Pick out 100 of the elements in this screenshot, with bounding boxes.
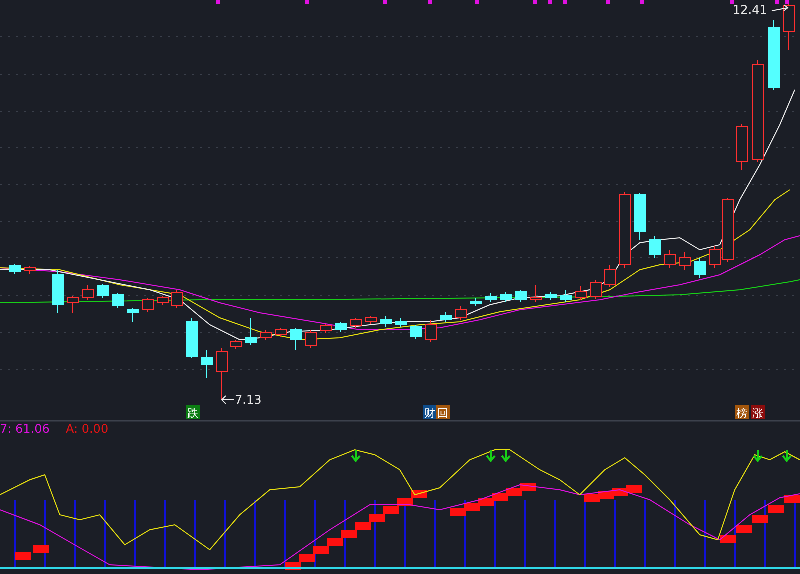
marker-icon bbox=[606, 0, 610, 4]
candlestick bbox=[97, 284, 109, 298]
indicator-bar bbox=[14, 500, 16, 568]
indicator-bar bbox=[194, 500, 196, 568]
signal-tag: 榜 bbox=[735, 405, 749, 420]
marker-icon bbox=[305, 0, 309, 4]
indicator-bar bbox=[494, 500, 496, 568]
candlestick bbox=[664, 250, 676, 268]
marker-icon bbox=[428, 0, 432, 4]
candlestick bbox=[470, 298, 482, 306]
indicator-block bbox=[752, 515, 768, 523]
candlestick bbox=[245, 318, 257, 346]
down-arrow-icon bbox=[782, 449, 792, 463]
candlestick bbox=[186, 318, 198, 358]
marker-icon bbox=[563, 0, 567, 4]
indicator-bar bbox=[344, 500, 346, 568]
indicator-bar bbox=[734, 500, 736, 568]
marker-icon bbox=[785, 0, 789, 4]
indicator-bar bbox=[74, 500, 76, 568]
indicator-bar bbox=[134, 500, 136, 568]
candlestick bbox=[425, 320, 437, 342]
signal-tag: 财 bbox=[423, 405, 437, 420]
indicator-bar bbox=[704, 500, 706, 568]
indicator-bar bbox=[254, 500, 256, 568]
indicator-block bbox=[15, 552, 31, 560]
indicator-bar bbox=[644, 500, 646, 568]
indicator-block bbox=[736, 525, 752, 533]
marker-icon bbox=[775, 0, 779, 4]
candlestick bbox=[52, 270, 64, 314]
candlestick bbox=[260, 330, 272, 340]
pointer-arrow-icon bbox=[772, 4, 789, 12]
indicator-bar bbox=[794, 500, 796, 568]
indicator-block bbox=[768, 505, 784, 513]
candlestick bbox=[604, 264, 616, 288]
indicator-value: A: 0.00 bbox=[66, 422, 109, 436]
marker-icon bbox=[383, 0, 387, 4]
candlestick bbox=[157, 296, 169, 306]
candlestick bbox=[142, 298, 154, 312]
marker-icon bbox=[533, 0, 537, 4]
candlestick bbox=[500, 292, 512, 302]
candlestick bbox=[455, 306, 467, 320]
candlestick bbox=[575, 286, 587, 300]
marker-icon bbox=[640, 0, 644, 4]
candlestick bbox=[649, 236, 661, 258]
candlestick bbox=[216, 348, 228, 400]
indicator-bar bbox=[434, 500, 436, 568]
candlestick bbox=[24, 266, 36, 274]
candlestick bbox=[783, 4, 795, 50]
indicator-bar bbox=[554, 500, 556, 568]
candlestick bbox=[275, 328, 287, 338]
candlestick bbox=[485, 292, 497, 302]
indicator-bar bbox=[314, 500, 316, 568]
candlestick bbox=[230, 340, 242, 350]
candlestick bbox=[171, 290, 183, 308]
candlestick bbox=[112, 292, 124, 308]
candlestick bbox=[365, 316, 377, 324]
high-price-label: 12.41 bbox=[733, 3, 768, 17]
indicator-bar bbox=[524, 500, 526, 568]
indicator-bar bbox=[674, 500, 676, 568]
marker-icon bbox=[216, 0, 220, 4]
indicator-bar bbox=[614, 500, 616, 568]
candlestick bbox=[694, 258, 706, 278]
indicator-bar bbox=[284, 500, 286, 568]
signal-tag: 回 bbox=[436, 405, 450, 420]
indicator-bar bbox=[104, 500, 106, 568]
candlestick bbox=[127, 308, 139, 322]
candlestick bbox=[679, 252, 691, 270]
candlestick bbox=[560, 290, 572, 302]
indicator-block bbox=[33, 545, 49, 553]
candlestick bbox=[545, 292, 557, 300]
candlestick bbox=[67, 296, 79, 314]
candlestick bbox=[410, 324, 422, 340]
candlestick bbox=[590, 280, 602, 300]
low-price-label: 7.13 bbox=[235, 393, 262, 407]
indicator-bar bbox=[224, 500, 226, 568]
indicator-bar bbox=[764, 500, 766, 568]
indicator-bar bbox=[374, 500, 376, 568]
candlestick bbox=[515, 290, 527, 302]
indicator-block bbox=[720, 535, 736, 543]
signal-tag: 涨 bbox=[751, 405, 765, 420]
indicator-bar bbox=[584, 500, 586, 568]
indicator-value: 7: 61.06 bbox=[0, 422, 50, 436]
indicator-bar bbox=[164, 500, 166, 568]
indicator-bar bbox=[44, 500, 46, 568]
marker-icon bbox=[548, 0, 552, 4]
candlestick bbox=[201, 350, 213, 378]
candlestick bbox=[82, 284, 94, 300]
down-arrow-icon bbox=[501, 449, 511, 463]
down-arrow-icon bbox=[486, 449, 496, 463]
marker-icon bbox=[730, 0, 734, 4]
candlestick bbox=[290, 328, 302, 350]
candlestick bbox=[9, 264, 21, 274]
candlestick bbox=[305, 330, 317, 348]
candlestick bbox=[395, 318, 407, 328]
indicator-bar bbox=[464, 500, 466, 568]
candlestick bbox=[530, 284, 542, 302]
candlestick bbox=[380, 316, 392, 328]
marker-icon bbox=[475, 0, 479, 4]
candlestick bbox=[350, 318, 362, 328]
candlestick bbox=[768, 20, 780, 90]
